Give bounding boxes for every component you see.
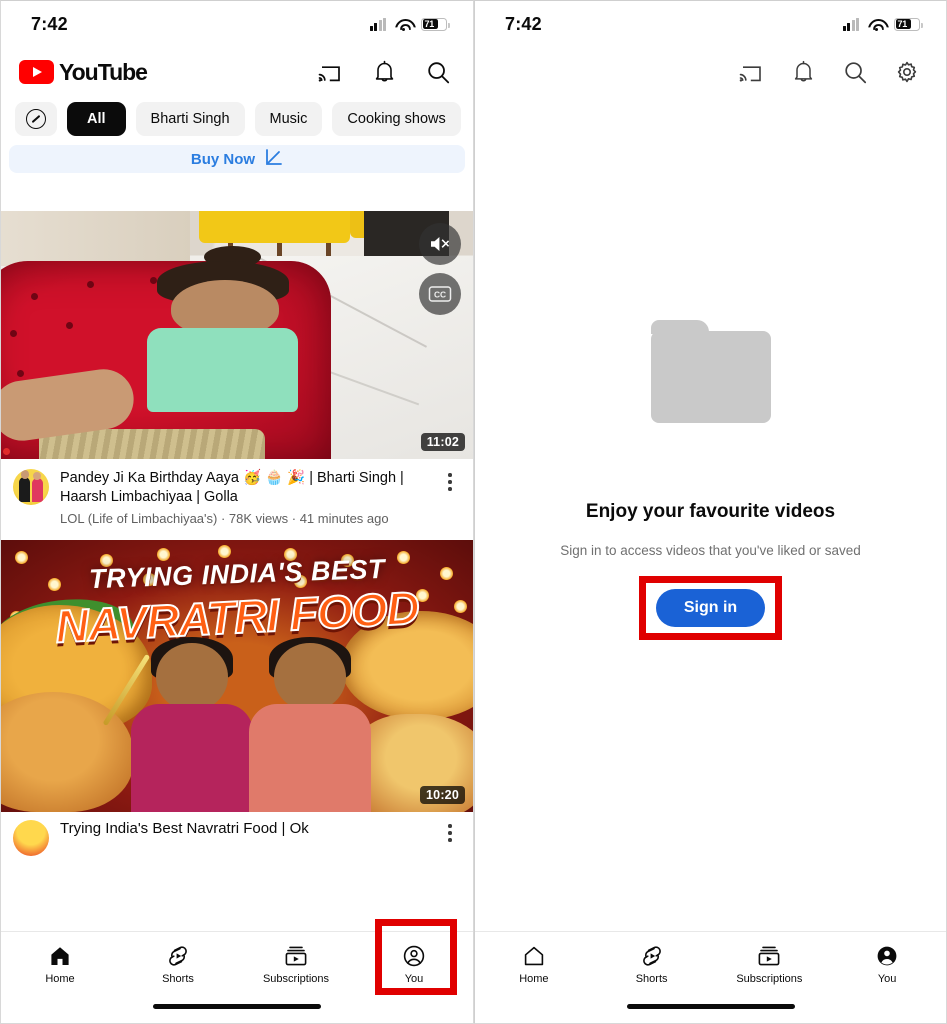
video-thumbnail-1[interactable]: CC 11:02 [1,211,473,459]
notifications-bell-icon[interactable] [790,59,816,85]
status-indicators: 71 [369,17,450,31]
left-bottom-nav: Home Shorts Subscriptions You [1,931,473,1023]
shorts-icon [169,946,187,966]
video-meta-1[interactable]: Pandey Ji Ka Birthday Aaya 🥳 🧁 🎉 | Bhart… [1,459,473,540]
notifications-bell-icon[interactable] [371,59,397,85]
youtube-play-icon [19,60,54,84]
home-indicator-bar [153,1004,321,1009]
nav-item-you[interactable]: You [828,944,946,985]
video-title-1: Pandey Ji Ka Birthday Aaya 🥳 🧁 🎉 | Bhart… [60,470,404,505]
nav-item-you[interactable]: You [355,944,473,985]
status-indicators: 71 [842,17,923,31]
wifi-icon [395,18,412,31]
nav-label-subscriptions: Subscriptions [262,973,330,985]
subscriptions-icon [758,946,780,966]
video-thumbnail-2[interactable]: TRYING INDIA'S BEST NAVRATRI FOOD 10:20 [1,540,473,812]
svg-text:CC: CC [434,289,446,299]
video-duration-2: 10:20 [420,786,465,804]
right-status-bar: 7:42 71 [475,1,946,47]
folder-icon [650,320,771,423]
left-status-bar: 7:42 71 [1,1,473,47]
chip-cooking-shows[interactable]: Cooking shows [332,102,461,136]
search-icon[interactable] [842,59,868,85]
mute-icon[interactable] [419,223,461,265]
nav-label-shorts: Shorts [162,973,194,985]
battery-icon: 71 [894,17,923,31]
ad-spacer [1,173,473,211]
nav-item-shorts[interactable]: Shorts [119,944,237,985]
status-time: 7:42 [31,13,68,34]
nav-item-home[interactable]: Home [475,944,593,985]
channel-avatar-1[interactable] [13,469,49,505]
nav-label-you: You [404,973,424,985]
status-time: 7:42 [505,13,542,34]
video-title-2: Trying India's Best Navratri Food | Ok [60,820,309,837]
left-phone-screen: 7:42 71 YouTube All Bharti Singh Music C… [0,0,474,1024]
sign-in-button[interactable]: Sign in [655,589,766,627]
wifi-icon [868,18,885,31]
nav-label-you: You [877,973,897,985]
video-options-menu-2[interactable] [439,820,461,856]
subscriptions-icon [285,946,307,966]
nav-item-subscriptions[interactable]: Subscriptions [711,944,829,985]
right-phone-screen: 7:42 71 Enjoy your favourite videos Sign… [474,0,947,1024]
nav-label-home: Home [45,973,75,985]
cellular-signal-icon [369,17,386,31]
youtube-logo-text: YouTube [59,58,148,85]
empty-state-subtitle: Sign in to access videos that you've lik… [560,543,861,558]
sign-in-highlight-box: Sign in [638,576,783,640]
video-meta-2[interactable]: Trying India's Best Navratri Food | Ok [1,812,473,856]
nav-item-home[interactable]: Home [1,944,119,985]
nav-label-subscriptions: Subscriptions [736,973,803,985]
battery-level: 71 [897,19,908,29]
nav-item-subscriptions[interactable]: Subscriptions [237,944,355,985]
nav-label-shorts: Shorts [635,973,668,985]
settings-gear-icon[interactable] [894,59,920,85]
closed-captions-icon[interactable]: CC [419,273,461,315]
home-indicator-bar [626,1004,795,1009]
external-link-icon [265,148,283,171]
ad-banner[interactable]: Buy Now [9,145,465,173]
account-circle-filled-icon [877,946,897,966]
cellular-signal-icon [842,17,859,31]
channel-avatar-2[interactable] [13,820,49,856]
search-icon[interactable] [425,59,451,85]
right-header [475,47,946,97]
screenshot-root: 7:42 71 YouTube All Bharti Singh Music C… [0,0,947,1024]
chip-all[interactable]: All [67,102,126,136]
home-icon [51,947,69,965]
buy-now-label: Buy Now [190,150,256,168]
video-subtitle-1: LOL (Life of Limbachiyaa's) · 78K views … [60,511,389,526]
cast-icon[interactable] [317,59,343,85]
video-duration-1: 11:02 [420,433,465,451]
header-actions [317,59,451,85]
empty-state-title: Enjoy your favourite videos [585,501,836,522]
right-header-actions [738,59,920,85]
battery-level: 71 [424,19,435,29]
chip-explore[interactable] [15,102,57,136]
category-chips[interactable]: All Bharti Singh Music Cooking shows [1,97,473,145]
right-bottom-nav: Home Shorts Subscriptions You [475,931,946,1023]
video-options-menu-1[interactable] [439,469,461,528]
nav-item-shorts[interactable]: Shorts [593,944,711,985]
youtube-header: YouTube [1,47,473,97]
youtube-logo[interactable]: YouTube [19,58,148,86]
home-icon [524,946,544,966]
cast-icon[interactable] [738,59,764,85]
shorts-icon [642,946,661,966]
empty-state: Enjoy your favourite videos Sign in to a… [475,320,946,640]
account-circle-icon [403,945,425,967]
compass-explore-icon [26,109,46,129]
battery-icon: 71 [421,17,450,31]
chip-bharti-singh[interactable]: Bharti Singh [135,102,245,136]
chip-music[interactable]: Music [254,102,323,136]
nav-label-home: Home [519,973,549,985]
